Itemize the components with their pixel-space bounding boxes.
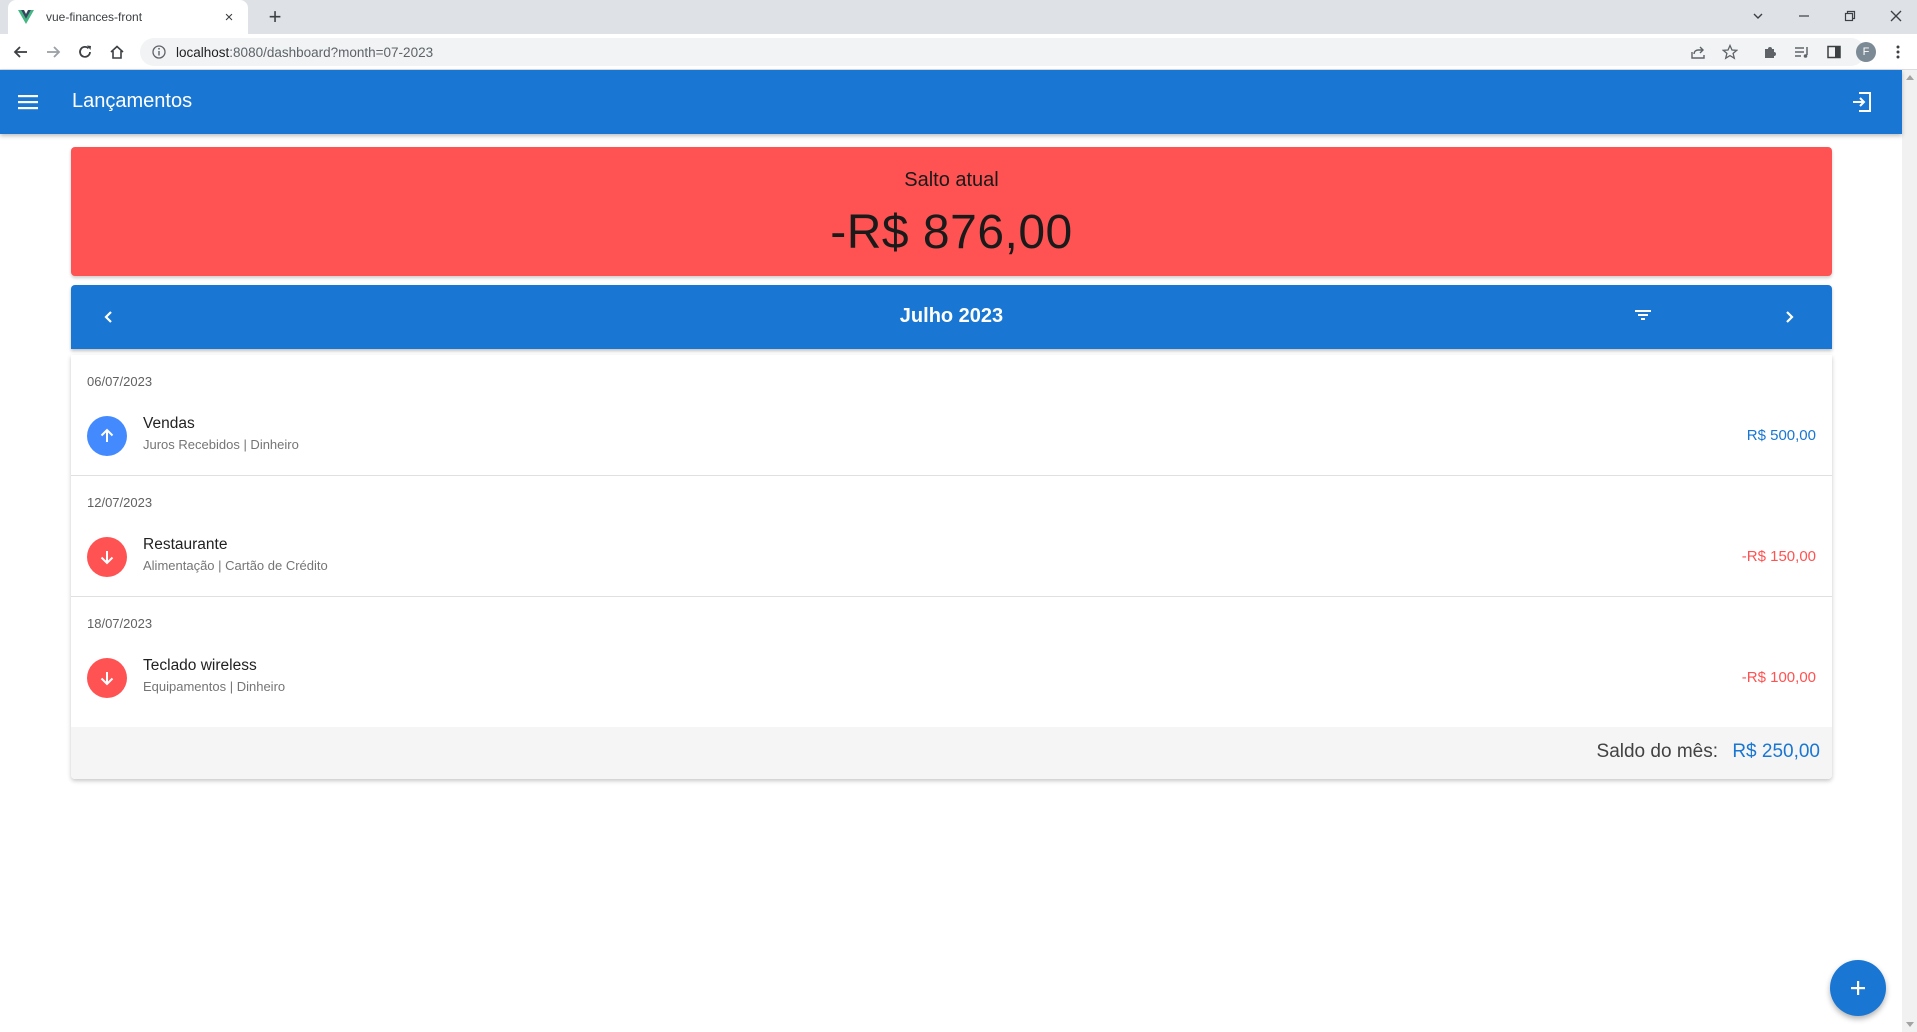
group-date: 06/07/2023: [87, 374, 153, 389]
back-arrow-icon[interactable]: [9, 40, 33, 64]
entry-subtitle: Alimentação | Cartão de Crédito: [143, 558, 328, 573]
list-item[interactable]: Vendas Juros Recebidos | Dinheiro R$ 500…: [71, 413, 1832, 465]
month-balance-footer: Saldo do mês: R$ 250,00: [71, 727, 1832, 779]
reload-icon[interactable]: [73, 40, 97, 64]
date-group: 12/07/2023 Restaurante Alimentação | Car…: [71, 476, 1832, 597]
browser-toolbar: localhost:8080/dashboard?month=07-2023 F: [0, 34, 1917, 70]
group-date: 12/07/2023: [87, 495, 153, 510]
tab-search-icon[interactable]: [1738, 3, 1778, 29]
group-date: 18/07/2023: [87, 616, 153, 631]
filter-icon[interactable]: [1631, 303, 1655, 327]
address-bar[interactable]: localhost:8080/dashboard?month=07-2023: [140, 38, 1865, 66]
profile-avatar-icon[interactable]: F: [1854, 40, 1878, 64]
month-balance-value: R$ 250,00: [1732, 741, 1820, 762]
browser-tab[interactable]: vue-finances-front ×: [8, 0, 248, 34]
balance-label: Salto atual: [904, 169, 999, 191]
restore-icon[interactable]: [1830, 3, 1870, 29]
site-info-icon[interactable]: [152, 45, 166, 59]
tab-close-icon[interactable]: ×: [220, 9, 238, 26]
url-host: localhost: [176, 44, 230, 60]
entry-title: Teclado wireless: [143, 657, 257, 674]
media-queue-icon[interactable]: [1790, 40, 1814, 64]
hamburger-menu-icon[interactable]: [14, 90, 42, 114]
close-window-icon[interactable]: [1876, 3, 1916, 29]
scroll-up-arrow-icon[interactable]: [1906, 75, 1914, 80]
up-arrow-icon: [87, 416, 127, 456]
extensions-puzzle-icon[interactable]: [1758, 40, 1782, 64]
entry-title: Restaurante: [143, 536, 228, 553]
tab-title: vue-finances-front: [46, 10, 143, 24]
side-panel-icon[interactable]: [1822, 40, 1846, 64]
date-group: 18/07/2023 Teclado wireless Equipamentos…: [71, 597, 1832, 718]
month-title: Julho 2023: [899, 305, 1004, 327]
month-balance-label: Saldo do mês:: [1596, 741, 1718, 762]
entry-amount: R$ 500,00: [1746, 427, 1816, 444]
add-entry-button[interactable]: [1830, 960, 1886, 1016]
scroll-down-arrow-icon[interactable]: [1906, 1022, 1914, 1027]
down-arrow-icon: [87, 537, 127, 577]
list-item[interactable]: Restaurante Alimentação | Cartão de Créd…: [71, 534, 1832, 586]
forward-arrow-icon[interactable]: [41, 40, 65, 64]
browser-tab-strip: vue-finances-front × +: [0, 0, 1917, 34]
browser-menu-icon[interactable]: [1886, 40, 1910, 64]
vue-logo-icon: [18, 10, 34, 24]
app-bar: Lançamentos: [0, 70, 1902, 134]
new-tab-button[interactable]: +: [262, 4, 288, 30]
share-icon[interactable]: [1686, 40, 1710, 64]
month-navigation: Julho 2023: [71, 285, 1832, 349]
balance-value: -R$ 876,00: [830, 206, 1073, 259]
minimize-icon[interactable]: [1784, 3, 1824, 29]
logout-icon[interactable]: [1850, 90, 1874, 114]
page-title: Lançamentos: [72, 90, 193, 112]
home-icon[interactable]: [105, 40, 129, 64]
plus-icon: [1851, 981, 1865, 995]
entry-subtitle: Juros Recebidos | Dinheiro: [143, 437, 299, 452]
url-path: :8080/dashboard?month=07-2023: [229, 44, 434, 60]
entry-amount: -R$ 100,00: [1741, 669, 1816, 686]
current-balance-card: Salto atual -R$ 876,00: [71, 147, 1832, 276]
down-arrow-icon: [87, 658, 127, 698]
date-group: 06/07/2023 Vendas Juros Recebidos | Dinh…: [71, 355, 1832, 476]
entries-list: 06/07/2023 Vendas Juros Recebidos | Dinh…: [71, 355, 1832, 779]
list-item[interactable]: Teclado wireless Equipamentos | Dinheiro…: [71, 655, 1832, 707]
entry-amount: -R$ 150,00: [1741, 548, 1816, 565]
bookmark-star-icon[interactable]: [1718, 40, 1742, 64]
entry-subtitle: Equipamentos | Dinheiro: [143, 679, 286, 694]
entry-title: Vendas: [143, 415, 195, 432]
page-scrollbar[interactable]: [1902, 70, 1917, 1032]
next-month-chevron-icon[interactable]: [1777, 305, 1801, 329]
